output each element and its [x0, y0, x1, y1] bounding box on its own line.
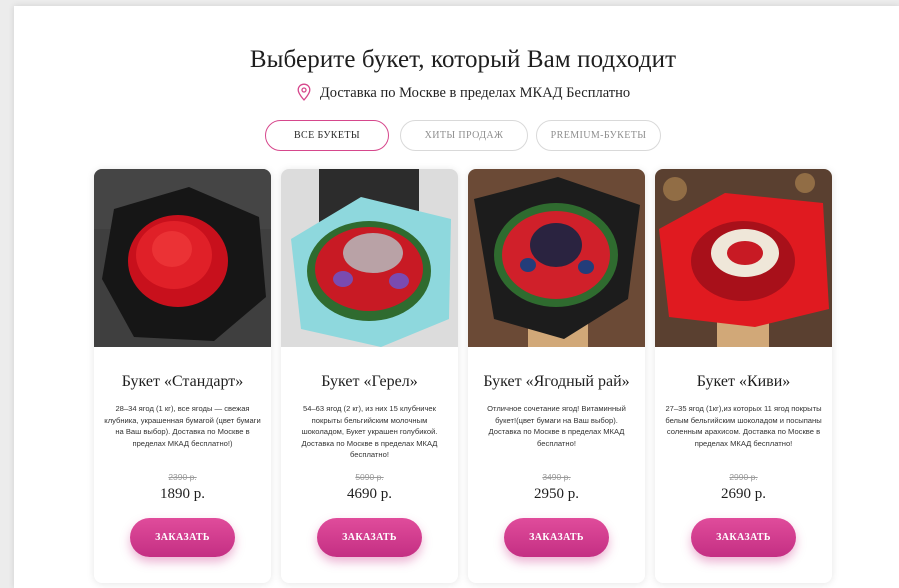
tab-bestsellers[interactable]: ХИТЫ ПРОДАЖ	[400, 120, 528, 151]
delivery-text: Доставка по Москве в пределах МКАД Беспл…	[319, 85, 631, 101]
product-card-berry-paradise[interactable]: Букет «Ягодный рай» Отличное сочетание я…	[468, 169, 645, 583]
old-price: 5090 р.	[355, 472, 384, 482]
product-description: Отличное сочетание ягод! Витаминный буке…	[487, 404, 626, 448]
old-price: 2990 р.	[729, 472, 758, 482]
price: 4690 р.	[347, 486, 392, 502]
product-card-standard[interactable]: Букет «Стандарт» 28–34 ягод (1 кг), все …	[94, 169, 271, 583]
product-photo[interactable]	[94, 169, 271, 347]
page-title: Выберите букет, который Вам подходит	[249, 46, 677, 73]
delivery-note: Доставка по Москве в пределах МКАД Беспл…	[0, 83, 899, 106]
price: 1890 р.	[160, 486, 205, 502]
product-photo[interactable]	[281, 169, 458, 347]
product-description: 27–35 ягод (1кг),из которых 11 ягод покр…	[665, 404, 822, 448]
product-description: 28–34 ягод (1 кг), все ягоды — свежая кл…	[104, 404, 261, 448]
order-button[interactable]: ЗАКАЗАТЬ	[504, 518, 609, 557]
order-button[interactable]: ЗАКАЗАТЬ	[130, 518, 235, 557]
price: 2690 р.	[721, 486, 766, 502]
location-pin-icon	[296, 83, 312, 106]
old-price: 3490 р.	[542, 472, 571, 482]
product-name: Букет «Киви»	[696, 373, 791, 390]
order-button[interactable]: ЗАКАЗАТЬ	[317, 518, 422, 557]
old-price: 2390 р.	[168, 472, 197, 482]
order-button[interactable]: ЗАКАЗАТЬ	[691, 518, 796, 557]
product-name: Букет «Герел»	[321, 373, 418, 390]
tab-premium-bouquets[interactable]: PREMIUM-БУКЕТЫ	[536, 120, 661, 151]
product-photo[interactable]	[655, 169, 832, 347]
product-photo[interactable]	[468, 169, 645, 347]
product-description: 54–63 ягод (2 кг), из них 15 клубничек п…	[301, 404, 438, 459]
product-card-kiwi[interactable]: Букет «Киви» 27–35 ягод (1кг),из которых…	[655, 169, 832, 583]
product-card-gerel[interactable]: Букет «Герел» 54–63 ягод (2 кг), из них …	[281, 169, 458, 583]
product-name: Букет «Стандарт»	[121, 373, 244, 390]
product-name: Букет «Ягодный рай»	[483, 373, 630, 390]
tab-all-bouquets[interactable]: ВСЕ БУКЕТЫ	[265, 120, 389, 151]
price: 2950 р.	[534, 486, 579, 502]
